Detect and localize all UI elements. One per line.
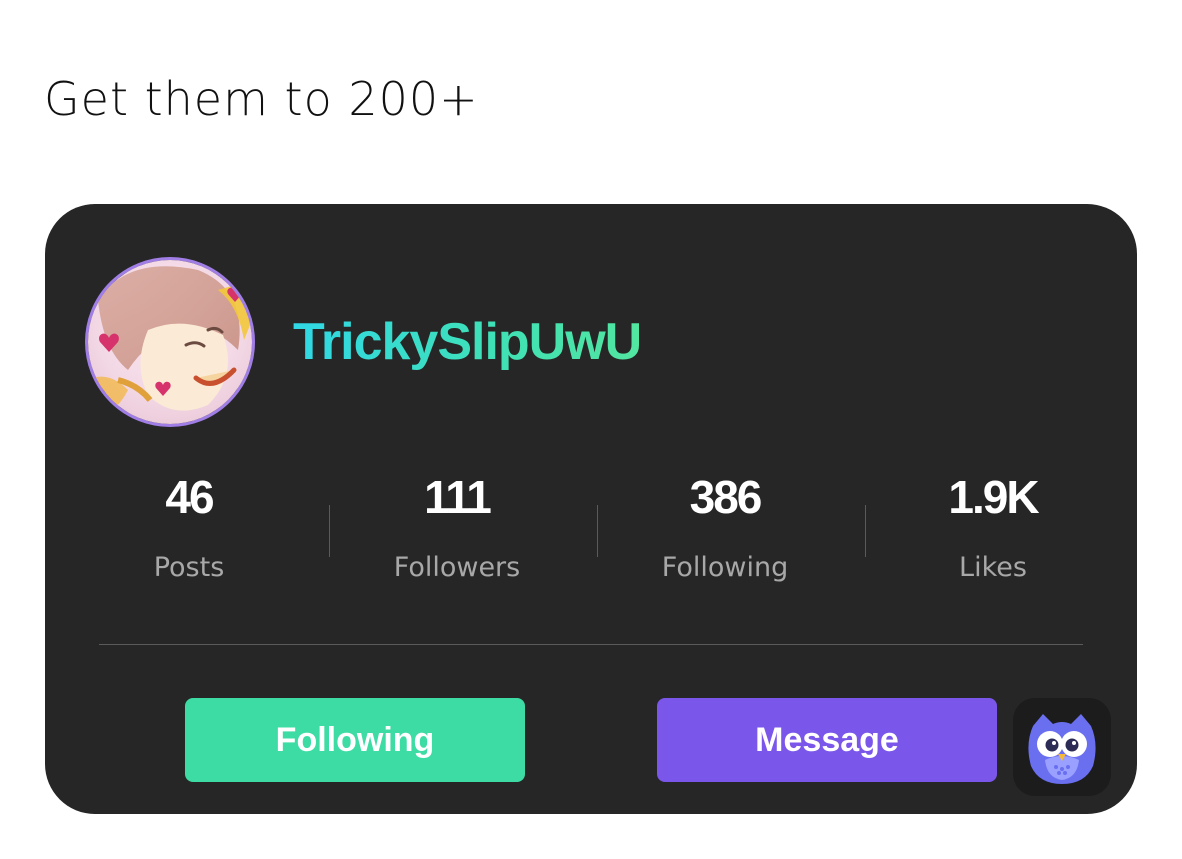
stat-posts[interactable]: 46 Posts (55, 474, 323, 581)
stat-label: Posts (153, 552, 225, 583)
avatar[interactable] (85, 257, 255, 427)
section-divider (99, 644, 1083, 645)
stats-row: 46 Posts 111 Followers 386 Following 1.9… (55, 474, 1127, 594)
stat-value: 386 (689, 471, 763, 523)
owl-icon (1028, 714, 1096, 784)
anime-avatar-icon (88, 260, 252, 424)
stat-value: 1.9K (948, 471, 1039, 523)
stat-label: Likes (959, 552, 1027, 583)
stat-value: 111 (424, 471, 492, 523)
stat-likes[interactable]: 1.9K Likes (859, 474, 1127, 581)
caption-text: Get them to 200+ (44, 72, 479, 126)
owl-app-icon[interactable] (1013, 698, 1111, 796)
stat-label: Following (661, 552, 789, 583)
message-button[interactable]: Message (657, 698, 997, 782)
username: TrickySlipUwU (293, 313, 642, 371)
stat-followers[interactable]: 111 Followers (323, 474, 591, 581)
following-button[interactable]: Following (185, 698, 525, 782)
profile-card: TrickySlipUwU 46 Posts 111 Followers 386… (45, 204, 1137, 814)
stat-divider (865, 505, 866, 557)
stat-divider (597, 505, 598, 557)
stat-label: Followers (393, 552, 521, 583)
stat-divider (329, 505, 330, 557)
stat-value: 46 (165, 471, 214, 523)
stat-following[interactable]: 386 Following (591, 474, 859, 581)
